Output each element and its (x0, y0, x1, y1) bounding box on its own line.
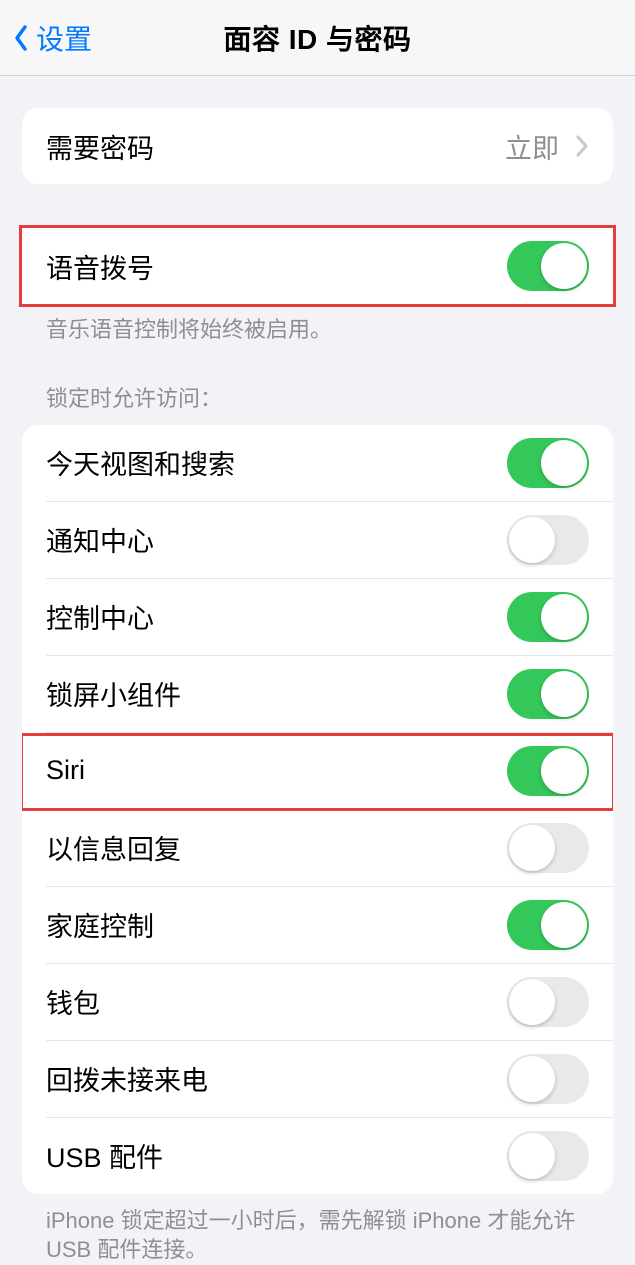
voice-dial-group: 语音拨号 (22, 228, 613, 304)
locked-item-label: 家庭控制 (46, 905, 154, 944)
locked-item-toggle[interactable] (507, 515, 589, 565)
locked-item-row[interactable]: 家庭控制 (22, 887, 613, 963)
locked-item-row[interactable]: 今天视图和搜索 (22, 425, 613, 501)
locked-item-row[interactable]: 钱包 (22, 964, 613, 1040)
locked-item-row[interactable]: 通知中心 (22, 502, 613, 578)
locked-item-label: 今天视图和搜索 (46, 443, 235, 482)
back-button[interactable]: 设置 (0, 18, 92, 58)
locked-item-toggle[interactable] (507, 823, 589, 873)
locked-item-toggle[interactable] (507, 1131, 589, 1181)
locked-item-row[interactable]: 回拨未接来电 (22, 1041, 613, 1117)
require-passcode-label: 需要密码 (46, 127, 154, 166)
require-passcode-group: 需要密码 立即 (22, 108, 613, 184)
locked-item-row[interactable]: Siri (22, 733, 613, 809)
usb-footnote: iPhone 锁定超过一小时后，需先解锁 iPhone 才能允许 USB 配件连… (22, 1194, 613, 1265)
require-passcode-row[interactable]: 需要密码 立即 (22, 108, 613, 184)
locked-item-label: 以信息回复 (46, 828, 181, 867)
locked-item-label: 钱包 (46, 982, 100, 1021)
locked-access-group: 今天视图和搜索通知中心控制中心锁屏小组件 Siri 以信息回复家庭控制钱包回拨未接来… (22, 425, 613, 1194)
voice-dial-label: 语音拨号 (46, 247, 154, 286)
locked-item-toggle[interactable] (507, 900, 589, 950)
voice-dial-footnote: 音乐语音控制将始终被启用。 (22, 304, 613, 345)
voice-dial-toggle[interactable] (507, 241, 589, 291)
page-title: 面容 ID 与密码 (223, 18, 411, 58)
locked-item-label: USB 配件 (46, 1136, 163, 1175)
locked-item-toggle[interactable] (507, 1054, 589, 1104)
locked-item-toggle[interactable] (507, 746, 589, 796)
locked-item-label: 锁屏小组件 (46, 674, 181, 713)
chevron-right-icon (575, 134, 589, 158)
locked-item-row[interactable]: 锁屏小组件 (22, 656, 613, 732)
locked-item-row[interactable]: USB 配件 (22, 1118, 613, 1194)
header-bar: 设置 面容 ID 与密码 (0, 0, 635, 76)
back-label: 设置 (36, 18, 92, 58)
locked-item-label: 控制中心 (46, 597, 154, 636)
locked-item-toggle[interactable] (507, 669, 589, 719)
locked-item-label: Siri (46, 755, 85, 786)
locked-section-header: 锁定时允许访问： (22, 345, 613, 425)
require-passcode-value: 立即 (505, 127, 589, 166)
voice-dial-row[interactable]: 语音拨号 (22, 228, 613, 304)
chevron-left-icon (10, 21, 32, 55)
locked-item-label: 通知中心 (46, 520, 154, 559)
locked-item-row[interactable]: 控制中心 (22, 579, 613, 655)
locked-item-row[interactable]: 以信息回复 (22, 810, 613, 886)
locked-item-toggle[interactable] (507, 438, 589, 488)
locked-item-toggle[interactable] (507, 592, 589, 642)
locked-item-label: 回拨未接来电 (46, 1059, 208, 1098)
locked-item-toggle[interactable] (507, 977, 589, 1027)
